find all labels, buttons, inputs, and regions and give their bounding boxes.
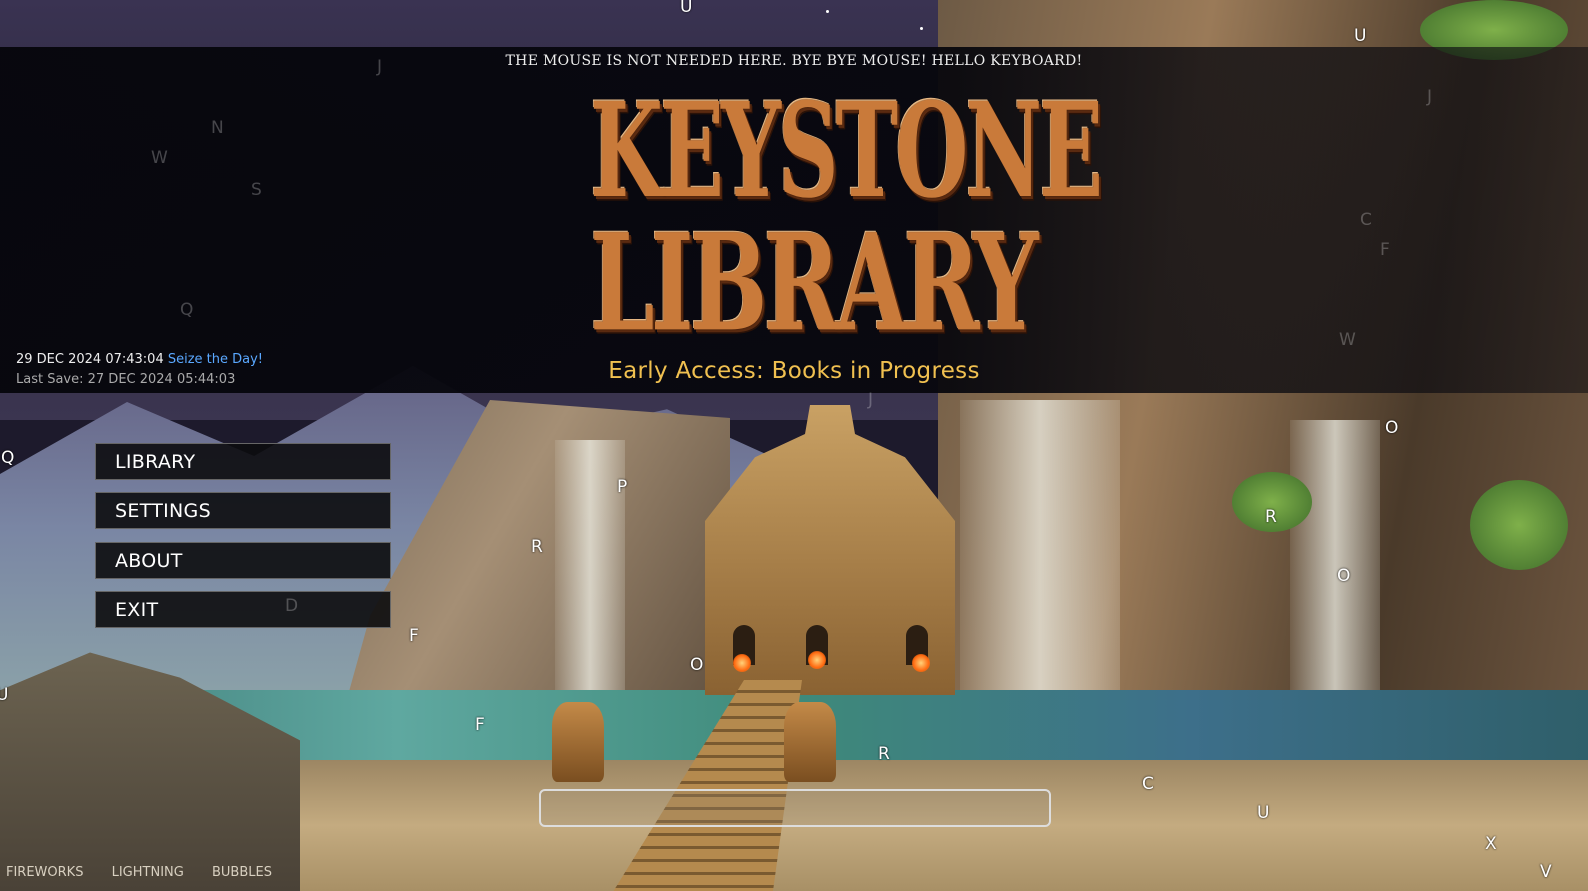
floating-letter: J	[377, 57, 383, 77]
floating-letter: W	[151, 148, 168, 168]
game-logo: KEYSTONE LIBRARY	[590, 74, 1103, 362]
floating-letter: J	[1427, 87, 1433, 107]
lamp	[808, 651, 826, 669]
floating-letter: C	[1360, 210, 1372, 230]
floating-letter: D	[285, 596, 299, 616]
fireworks-toggle[interactable]: FIREWORKS	[6, 865, 83, 880]
griffin-statue	[784, 702, 836, 782]
floating-letter: C	[1142, 774, 1154, 794]
main-menu: LIBRARY SETTINGS ABOUT EXIT	[95, 443, 391, 640]
typing-input[interactable]	[539, 789, 1051, 827]
floating-letter: R	[878, 744, 890, 764]
floating-letter: Q	[180, 300, 194, 320]
last-save: Last Save: 27 DEC 2024 05:44:03	[16, 372, 236, 387]
floating-letter: U	[0, 685, 9, 705]
floating-letter: O	[690, 655, 704, 675]
bush	[1470, 480, 1568, 570]
lamp	[733, 654, 751, 672]
waterfall	[555, 440, 625, 700]
floating-letter: X	[1485, 834, 1497, 854]
floating-letter: U	[680, 0, 693, 17]
lightning-toggle[interactable]: LIGHTNING	[112, 865, 184, 880]
floating-letter: O	[1337, 566, 1351, 586]
floating-letter: R	[1265, 507, 1277, 527]
floating-letter: Q	[1, 448, 15, 468]
datetime-text: 29 DEC 2024 07:43:04	[16, 352, 164, 367]
floating-letter: P	[617, 477, 628, 497]
bubbles-toggle[interactable]: BUBBLES	[212, 865, 272, 880]
floating-letter: F	[475, 715, 485, 735]
floating-letter: V	[1540, 862, 1552, 882]
floating-letter: N	[211, 118, 224, 138]
floating-letter: J	[868, 390, 874, 410]
floating-letter: W	[1339, 330, 1356, 350]
star	[826, 10, 829, 13]
floating-letter: U	[1257, 803, 1270, 823]
waterfall	[1290, 420, 1380, 720]
current-datetime: 29 DEC 2024 07:43:04 Seize the Day!	[16, 352, 263, 367]
griffin-statue	[552, 702, 604, 782]
logo-line-2: LIBRARY	[590, 204, 1039, 362]
exit-button[interactable]: EXIT	[95, 590, 391, 628]
floating-letter: F	[409, 626, 419, 646]
effects-bar: FIREWORKS LIGHTNING BUBBLES	[6, 865, 296, 880]
library-button[interactable]: LIBRARY	[95, 443, 391, 480]
star	[920, 27, 923, 30]
floating-letter: R	[531, 537, 543, 557]
floating-letter: U	[1354, 26, 1367, 46]
lamp	[912, 654, 930, 672]
waterfall	[960, 400, 1120, 730]
about-button[interactable]: ABOUT	[95, 541, 391, 579]
floating-letter: S	[251, 180, 262, 200]
motto-text: Seize the Day!	[167, 352, 264, 367]
floating-letter: O	[1385, 418, 1399, 438]
floating-letter: F	[1380, 240, 1390, 260]
settings-button[interactable]: SETTINGS	[95, 492, 391, 530]
